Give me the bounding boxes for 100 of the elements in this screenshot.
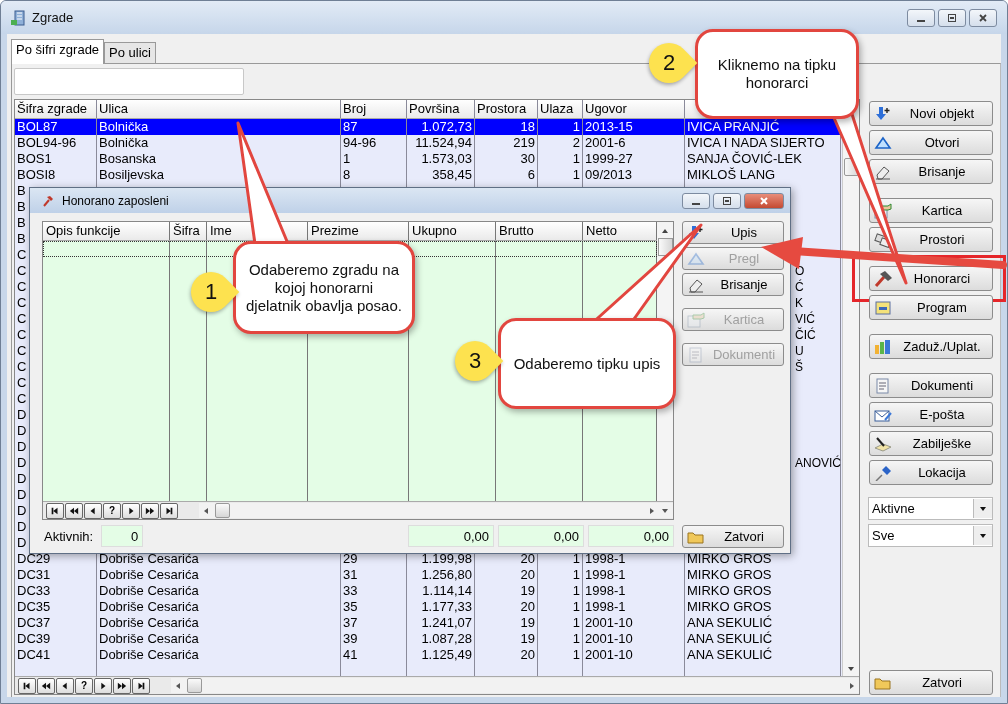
toolbar-button[interactable]: Otvori: [869, 130, 993, 155]
first-record-button[interactable]: [46, 502, 64, 519]
column-header[interactable]: Ukupno: [409, 222, 496, 240]
rewind-icon: [41, 680, 51, 691]
table-cell: 33: [341, 583, 407, 599]
table-cell: 219: [475, 135, 538, 151]
table-cell: 1: [538, 151, 583, 167]
toolbar-button[interactable]: Prostori: [869, 227, 993, 252]
table-cell: DC37: [15, 615, 97, 631]
column-header[interactable]: Prostora: [475, 100, 538, 118]
column-header[interactable]: Šifra: [170, 222, 207, 240]
dialog-button[interactable]: Upis: [682, 221, 784, 244]
close-button[interactable]: [744, 192, 784, 209]
table-cell: 2001-10: [583, 647, 685, 663]
minimize-button[interactable]: [682, 192, 710, 209]
table-cell: 1: [538, 583, 583, 599]
selected-row[interactable]: BOL87 Bolnička 87 1.072,73 18 1 2013-15 IVICA PRANJIĆ: [15, 119, 842, 135]
next-button[interactable]: [94, 677, 112, 694]
next-icon: [126, 505, 136, 516]
table-cell: 1: [538, 615, 583, 631]
first-record-button[interactable]: [18, 677, 36, 694]
table-cell: MIRKO GROS: [685, 567, 841, 583]
scroll-right-icon[interactable]: [849, 681, 855, 690]
table-cell: 11.524,94: [407, 135, 475, 151]
column-header[interactable]: Površina: [407, 100, 475, 118]
column-header[interactable]: Broj: [341, 100, 407, 118]
table-cell: 2: [538, 135, 583, 151]
toolbar-button[interactable]: E-pošta: [869, 402, 993, 427]
scroll-down-icon[interactable]: [847, 666, 855, 672]
toolbar-button[interactable]: Novi objekt: [869, 101, 993, 126]
close-button[interactable]: Zatvori: [682, 525, 784, 548]
table-cell: 2001-10: [583, 615, 685, 631]
table-cell: 1.241,07: [407, 615, 475, 631]
column-header[interactable]: Ugovor: [583, 100, 685, 118]
close-button[interactable]: [969, 8, 997, 27]
scroll-down-icon[interactable]: [661, 507, 669, 514]
last-record-button[interactable]: [132, 677, 150, 694]
last-record-icon: [164, 505, 174, 516]
previous-button[interactable]: [84, 502, 102, 519]
column-header[interactable]: Ulaza: [538, 100, 583, 118]
table-cell: 19: [475, 615, 538, 631]
toolbar-button[interactable]: Zabilješke: [869, 431, 993, 456]
next-button[interactable]: [122, 502, 140, 519]
table-cell: 1: [538, 631, 583, 647]
scroll-right-icon[interactable]: [649, 506, 655, 515]
table-cell: 94-96: [341, 135, 407, 151]
table-cell: 41: [341, 647, 407, 663]
toolbar-button[interactable]: Zaduž./Uplat.: [869, 334, 993, 359]
table-cell: 19: [475, 583, 538, 599]
column-header[interactable]: Brutto: [496, 222, 583, 240]
close-button[interactable]: Zatvori: [869, 670, 993, 695]
toolbar-button[interactable]: Honorarci: [869, 266, 993, 291]
minimize-button[interactable]: [907, 8, 935, 27]
toolbar-button[interactable]: Lokacija: [869, 460, 993, 485]
previous-button[interactable]: [56, 677, 74, 694]
table-cell: 20: [475, 567, 538, 583]
help-button[interactable]: ?: [103, 502, 121, 519]
dropdown-arrow-icon: [979, 505, 987, 512]
bar-chart-icon: [874, 338, 892, 355]
count-field: 0: [101, 525, 144, 547]
tab[interactable]: Po šifri zgrade: [11, 39, 105, 64]
scroll-left-icon[interactable]: [175, 681, 181, 690]
column-header[interactable]: Ulica: [97, 100, 341, 118]
rewind-button[interactable]: [37, 677, 55, 694]
horizontal-scrollbar[interactable]: [199, 503, 673, 518]
table-cell: 1: [538, 567, 583, 583]
fast-forward-button[interactable]: [113, 677, 131, 694]
pen-icon: [874, 435, 892, 452]
table-cell: 37: [341, 615, 407, 631]
column-header[interactable]: Šifra zgrade: [15, 100, 97, 118]
tab[interactable]: Po ulici: [104, 42, 156, 63]
table-cell: ANA SEKULIĆ: [685, 615, 841, 631]
table-cell: 1.256,80: [407, 567, 475, 583]
last-record-button[interactable]: [160, 502, 178, 519]
previous-icon: [88, 505, 98, 516]
toolbar-button[interactable]: Dokumenti: [869, 373, 993, 398]
horizontal-scrollbar[interactable]: [171, 678, 859, 693]
table-cell: 1.573,03: [407, 151, 475, 167]
scroll-left-icon[interactable]: [203, 506, 209, 515]
table-cell: 1998-1: [583, 567, 685, 583]
table-cell: 1.177,33: [407, 599, 475, 615]
toolbar-button[interactable]: Program: [869, 295, 993, 320]
scroll-thumb[interactable]: [657, 238, 673, 256]
scroll-thumb[interactable]: [187, 678, 202, 693]
minimize-icon: [692, 202, 700, 205]
dialog-button[interactable]: Brisanje: [682, 273, 784, 296]
column-header[interactable]: Opis funkcije: [43, 222, 170, 240]
filter-dropdown[interactable]: Aktivne: [868, 497, 993, 520]
scroll-thumb[interactable]: [215, 503, 230, 518]
help-button[interactable]: ?: [75, 677, 93, 694]
filter-dropdown[interactable]: Sve: [868, 524, 993, 547]
search-field[interactable]: [14, 68, 244, 95]
rewind-button[interactable]: [65, 502, 83, 519]
scroll-up-icon[interactable]: [661, 228, 669, 234]
table-cell: 1998-1: [583, 599, 685, 615]
fast-forward-button[interactable]: [141, 502, 159, 519]
restore-button[interactable]: [938, 8, 966, 27]
table-cell: 6: [475, 167, 538, 183]
restore-button[interactable]: [713, 192, 741, 209]
column-header[interactable]: Prezime: [308, 222, 409, 240]
